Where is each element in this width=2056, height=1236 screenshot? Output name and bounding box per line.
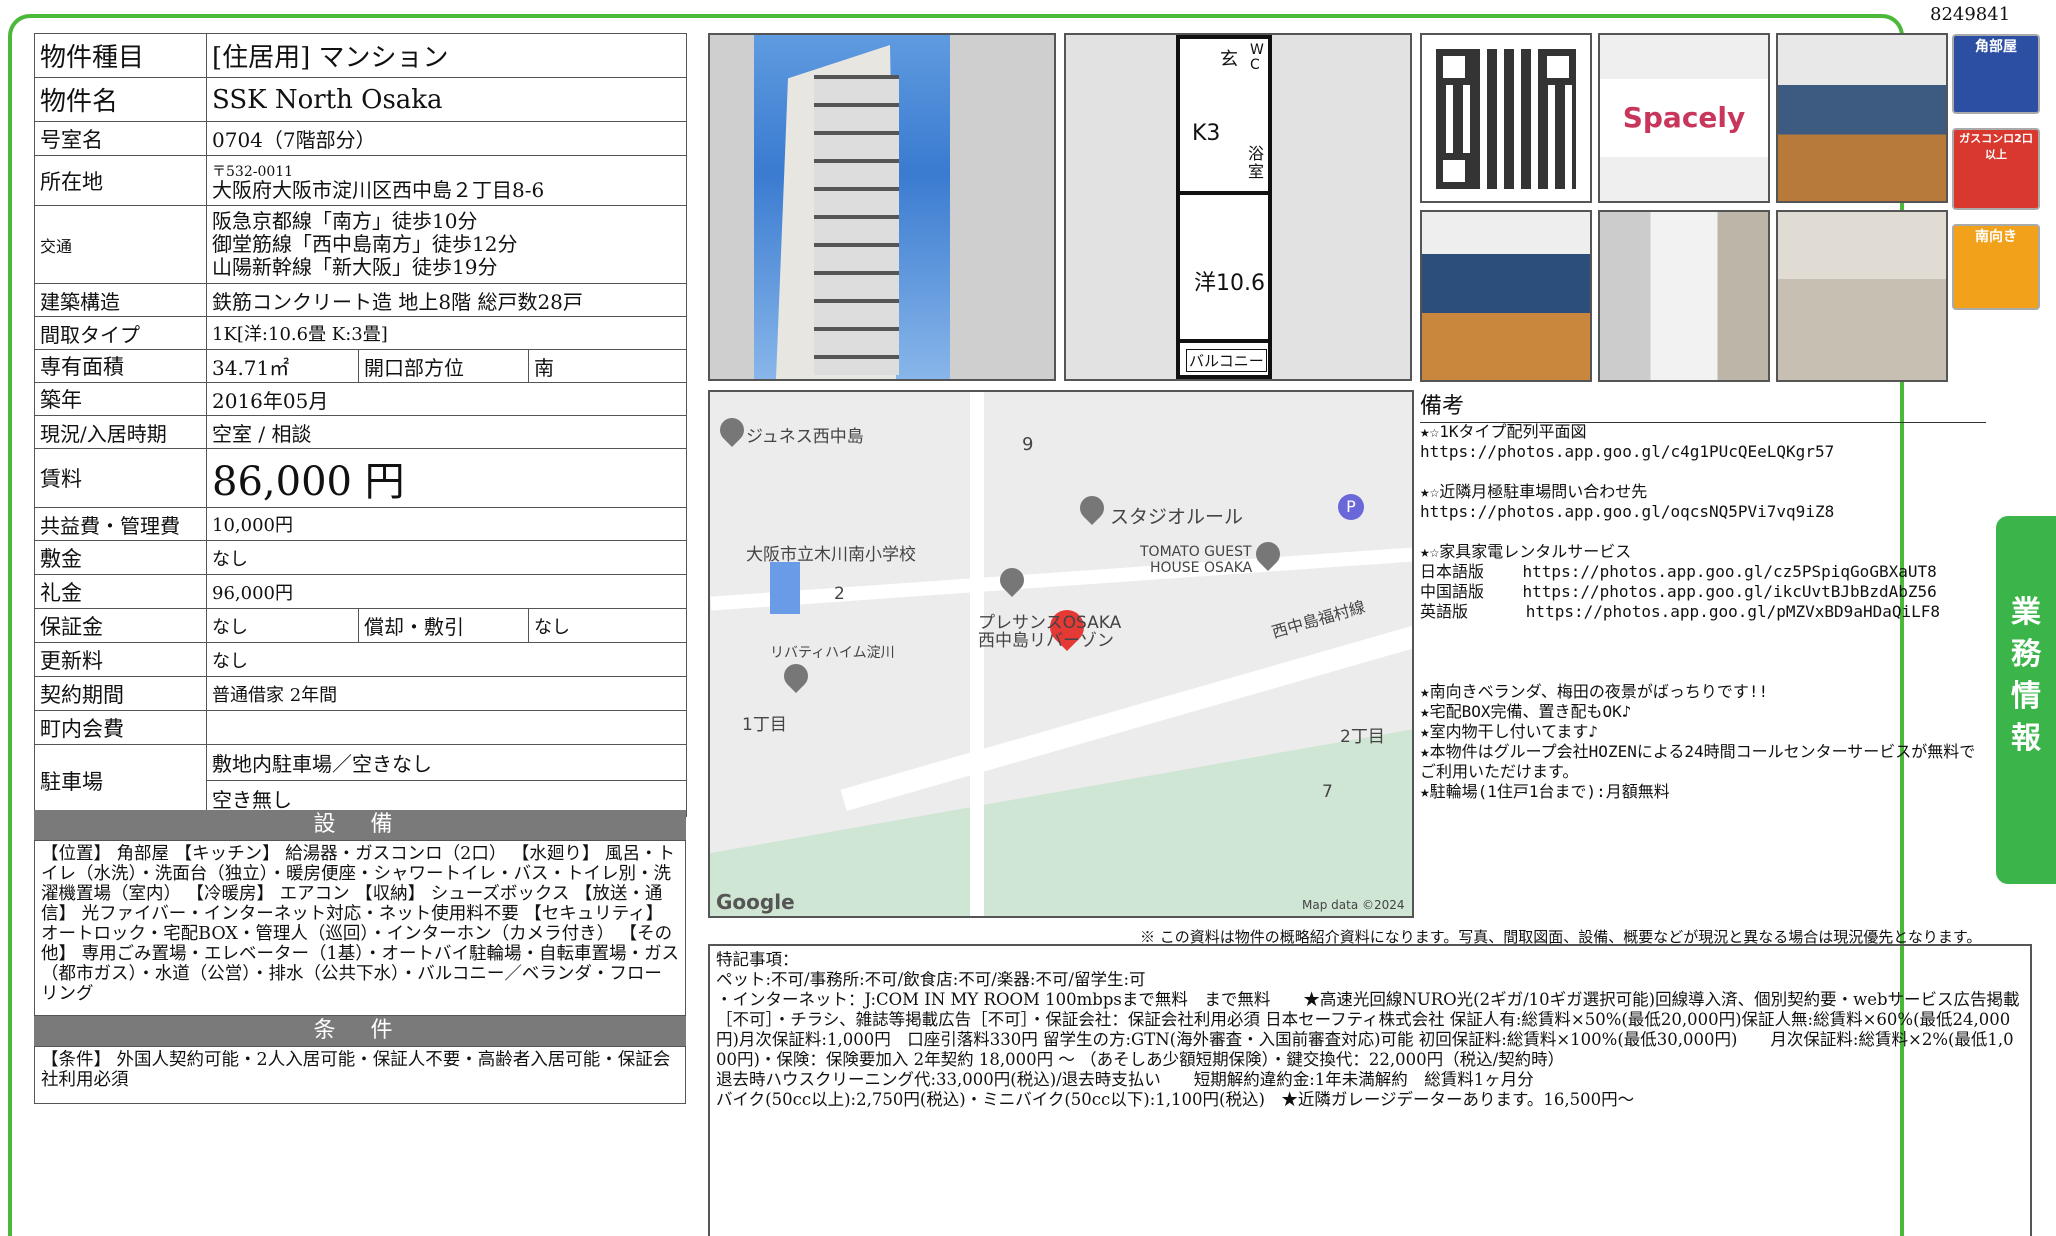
access-line: 阪急京都線「南方」徒歩10分	[212, 209, 478, 233]
rent-label: 賃料	[34, 448, 207, 508]
contract-label: 契約期間	[34, 676, 207, 711]
guarantee-label: 保証金	[34, 608, 207, 643]
renewal-label: 更新料	[34, 642, 207, 677]
status-label: 現況/入居時期	[34, 415, 207, 449]
conditions-heading: 条 件	[34, 1016, 686, 1046]
map-label: 1丁目	[742, 715, 787, 735]
corner-room-badge: 角部屋	[1952, 34, 2040, 114]
map-label: リバティハイム淀川	[770, 645, 895, 661]
interior-photo	[1776, 33, 1948, 203]
gas-stove-badge: ガスコンロ2口以上	[1952, 128, 2040, 210]
map-label: 西中島リバーゾン	[978, 631, 1114, 651]
bathroom-photo	[1776, 210, 1948, 382]
property-id: 8249841	[1930, 4, 2011, 25]
fee-label: 共益費・管理費	[34, 507, 207, 541]
guarantee-value: なし	[206, 608, 359, 643]
remarks-heading: 備考	[1420, 388, 1986, 423]
keymoney-label: 礼金	[34, 574, 207, 609]
address-label: 所在地	[34, 155, 207, 206]
address-value: 大阪府大阪市淀川区西中島２丁目8-6	[212, 177, 545, 202]
map-label: 2丁目	[1340, 727, 1385, 747]
deposit-label: 敷金	[34, 540, 207, 575]
room-value: 0704（7階部分）	[205, 121, 688, 156]
keymoney-value: 96,000円	[205, 574, 688, 609]
conditions-text: 【条件】 外国人契約可能・2人入居可能・保証人不要・高齢者入居可能・保証会社利用…	[34, 1046, 686, 1104]
qr-code[interactable]	[1420, 33, 1592, 203]
building-photo	[708, 33, 1056, 381]
facing-value: 南	[527, 349, 688, 383]
fee-value: 10,000円	[205, 507, 688, 541]
map-pin-icon	[1075, 491, 1109, 525]
qr-code-icon	[1436, 49, 1576, 189]
special-notes: 特記事項： ペット:不可/事務所:不可/飲食店:不可/楽器:不可/留学生:可 ・…	[708, 944, 2032, 1236]
google-logo: Google	[716, 890, 795, 914]
renewal-value: なし	[205, 642, 688, 677]
spec-table: 物件種目 [住居用] マンション 物件名 SSK North Osaka 号室名 07…	[34, 33, 688, 817]
map-attribution: Map data ©2024	[1302, 898, 1405, 912]
name-value: SSK North Osaka	[205, 77, 688, 122]
parking-icon: P	[1338, 494, 1364, 520]
contract-value: 普通借家 2年間	[205, 676, 688, 711]
map-label: TOMATO GUEST	[1140, 544, 1252, 560]
area-value: 34.71㎡	[206, 349, 359, 383]
access-line: 御堂筋線「西中島南方」徒歩12分	[212, 232, 518, 256]
amort-label: 償却・敷引	[358, 608, 529, 643]
location-map[interactable]: P ジュネス西中島 9 スタジオルール 大阪市立木川南小学校 TOMATO GU…	[708, 390, 1414, 918]
map-pin-icon	[779, 659, 813, 693]
map-label: 西中島福村線	[1269, 597, 1368, 642]
washroom-photo	[1598, 210, 1770, 382]
rent-value: 86,000 円	[205, 448, 688, 508]
deposit-value: なし	[205, 540, 688, 575]
status-value: 空室 / 相談	[205, 415, 688, 449]
remarks-text: ★☆1Kタイプ配列平面図 https://photos.app.goo.gl/c…	[1420, 422, 1976, 801]
floorplan-image: 玄 W C K3 浴 室 洋10.6 バルコニー	[1064, 33, 1412, 381]
facing-label: 開口部方位	[358, 349, 529, 383]
map-label: 7	[1322, 782, 1333, 802]
map-label: 9	[1022, 434, 1034, 455]
amort-value: なし	[527, 608, 688, 643]
spacely-logo: Spacely	[1598, 33, 1770, 203]
structure-label: 建築構造	[34, 283, 207, 317]
type-label: 物件種目	[34, 33, 207, 78]
map-label: スタジオルール	[1110, 506, 1244, 528]
map-label: HOUSE OSAKA	[1150, 560, 1253, 576]
interior-photo	[1420, 210, 1592, 382]
neighborhood-value	[205, 710, 688, 745]
south-facing-badge: 南向き	[1952, 224, 2040, 310]
facilities-heading: 設 備	[34, 810, 686, 840]
parking-label: 駐車場	[34, 744, 207, 817]
type-value: [住居用] マンション	[205, 33, 688, 78]
business-info-tab[interactable]: 業務情報	[1996, 516, 2056, 884]
facilities-text: 【位置】 角部屋 【キッチン】 給湯器・ガスコンロ（2口） 【水廻り】 風呂・ト…	[34, 840, 686, 1016]
structure-value: 鉄筋コンクリート造 地上8階 総戸数28戸	[205, 283, 688, 317]
layout-value: 1K[洋:10.6畳 K:3畳]	[205, 316, 688, 350]
built-value: 2016年05月	[205, 382, 688, 416]
access-label: 交通	[34, 205, 207, 284]
map-label: 大阪市立木川南小学校	[746, 545, 916, 565]
name-label: 物件名	[34, 77, 207, 122]
built-label: 築年	[34, 382, 207, 416]
map-pin-icon	[995, 563, 1029, 597]
map-label: 2	[834, 584, 845, 604]
area-label: 専有面積	[34, 349, 207, 383]
map-label: ジュネス西中島	[746, 427, 864, 447]
room-label: 号室名	[34, 121, 207, 156]
layout-label: 間取タイプ	[34, 316, 207, 350]
neighborhood-label: 町内会費	[34, 710, 207, 745]
map-pin-icon	[715, 413, 749, 447]
access-line: 山陽新幹線「新大阪」徒歩19分	[212, 255, 498, 279]
parking-value: 敷地内駐車場／空きなし	[205, 744, 688, 781]
